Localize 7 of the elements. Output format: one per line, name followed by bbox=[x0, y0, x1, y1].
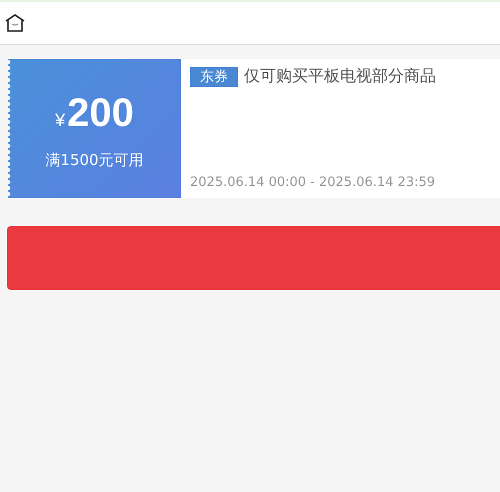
coupon-card[interactable]: ¥200 满1500元可用 东券 仅可购买平板电视部分商品 2025.06.14 00:00 - 2025.06.14 23:59 bbox=[8, 59, 500, 198]
coupon-amount: ¥200 bbox=[55, 93, 134, 133]
coupon-title: 仅可购买平板电视部分商品 bbox=[244, 66, 436, 87]
coupon-tag: 东券 bbox=[190, 66, 238, 86]
validity-period: 2025.06.14 00:00 - 2025.06.14 23:59 bbox=[190, 175, 436, 190]
home-icon[interactable] bbox=[4, 13, 26, 33]
coupon-condition: 满1500元可用 bbox=[45, 151, 144, 170]
